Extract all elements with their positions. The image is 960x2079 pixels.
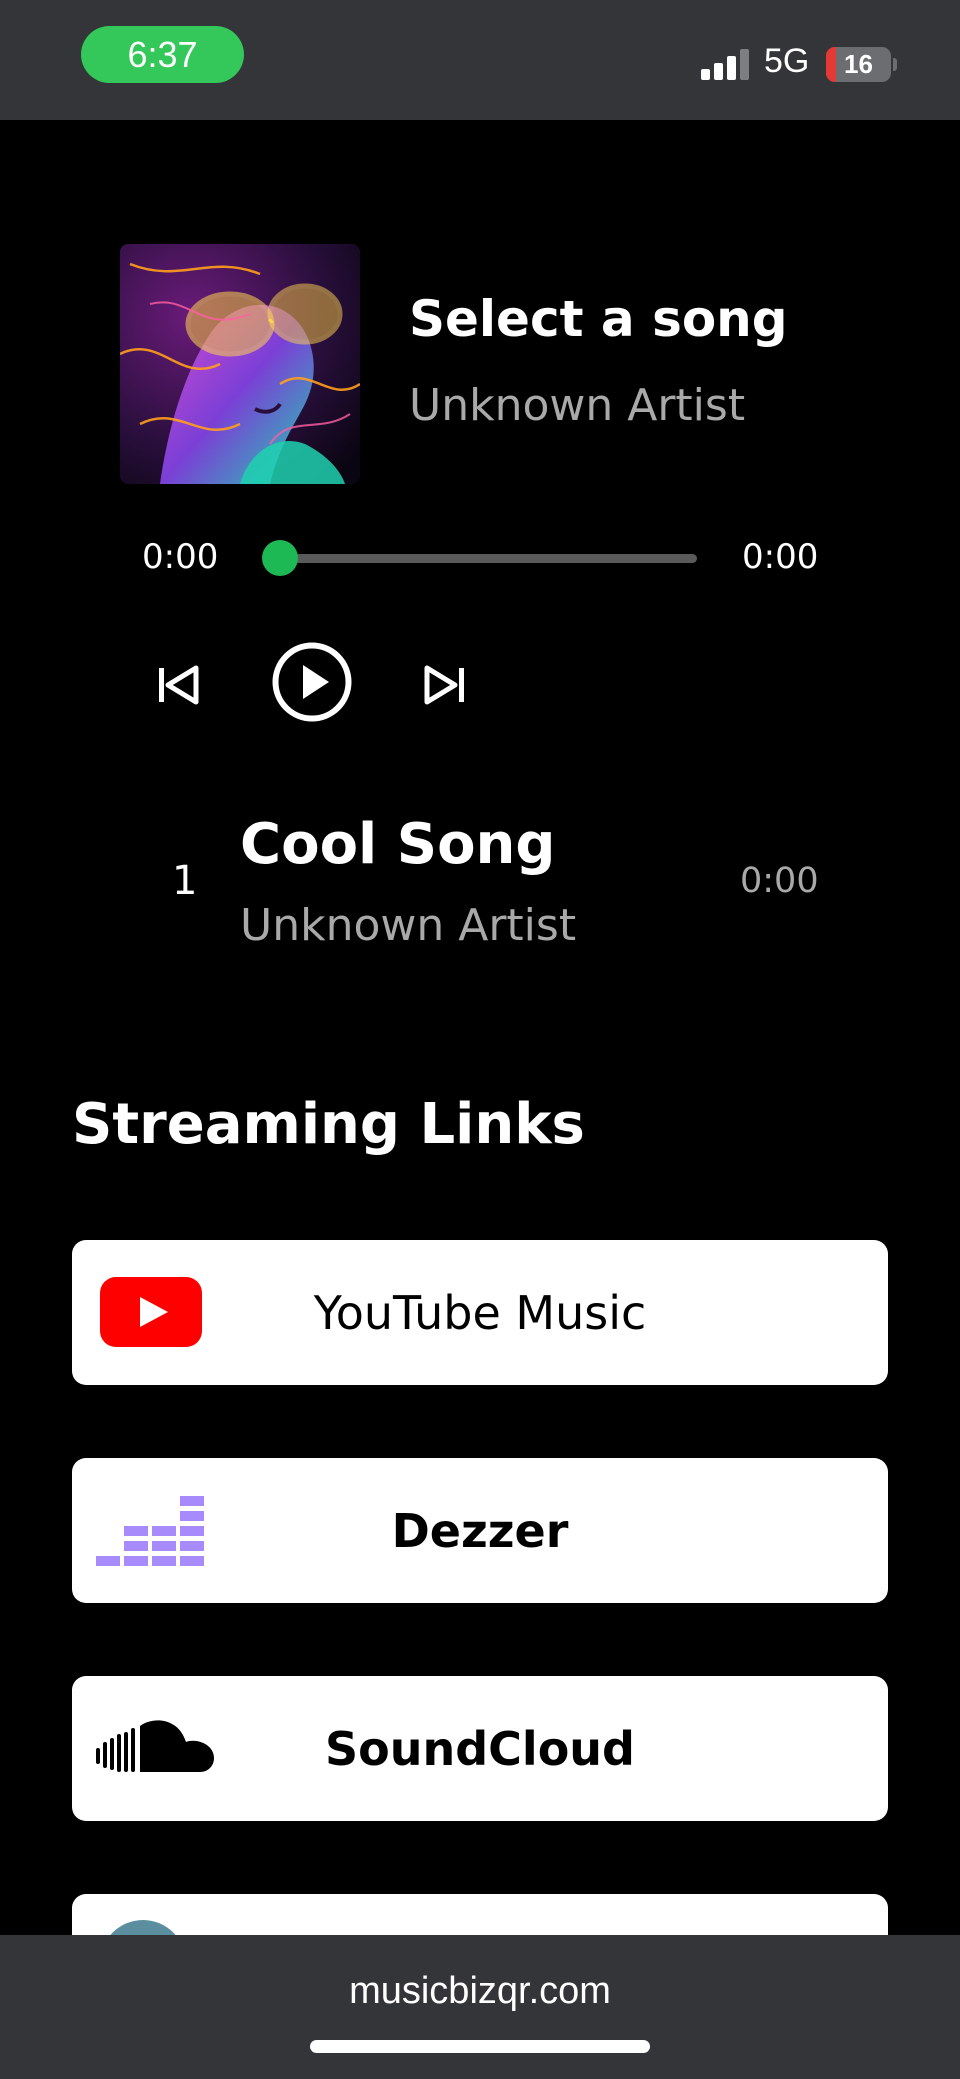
skip-next-icon	[424, 665, 464, 705]
battery-icon: 16	[826, 47, 891, 82]
track-number: 1	[172, 858, 198, 904]
track-artist: Unknown Artist	[240, 900, 577, 951]
cellular-signal-icon	[701, 48, 751, 80]
status-bar: 6:37 5G 16	[0, 0, 960, 120]
status-time: 6:37	[81, 26, 244, 83]
play-icon	[272, 642, 352, 722]
link-label: SoundCloud	[325, 1721, 635, 1776]
progress-slider-handle[interactable]	[262, 540, 298, 576]
battery-nub	[893, 58, 897, 71]
total-time: 0:00	[742, 537, 819, 577]
track-title: Cool Song	[240, 812, 556, 877]
home-indicator[interactable]	[310, 2040, 650, 2053]
link-label: Dezzer	[391, 1503, 569, 1558]
skip-next-button[interactable]	[419, 660, 469, 710]
album-art	[120, 244, 360, 484]
now-playing-artist: Unknown Artist	[409, 380, 746, 431]
streaming-links-heading: Streaming Links	[72, 1092, 585, 1157]
play-button[interactable]	[271, 641, 353, 723]
link-label: YouTube Music	[313, 1285, 647, 1340]
youtube-music-link[interactable]: YouTube Music	[72, 1240, 888, 1385]
address-bar-url[interactable]: musicbizqr.com	[0, 1970, 960, 2013]
track-duration: 0:00	[740, 861, 819, 901]
current-time: 0:00	[142, 537, 219, 577]
deezer-link[interactable]: Dezzer	[72, 1458, 888, 1603]
network-type: 5G	[764, 42, 810, 80]
skip-previous-button[interactable]	[154, 660, 204, 710]
now-playing-title: Select a song	[409, 290, 788, 348]
skip-previous-icon	[159, 665, 199, 705]
battery-level: 16	[844, 49, 873, 79]
progress-track[interactable]	[280, 554, 697, 563]
soundcloud-link[interactable]: SoundCloud	[72, 1676, 888, 1821]
